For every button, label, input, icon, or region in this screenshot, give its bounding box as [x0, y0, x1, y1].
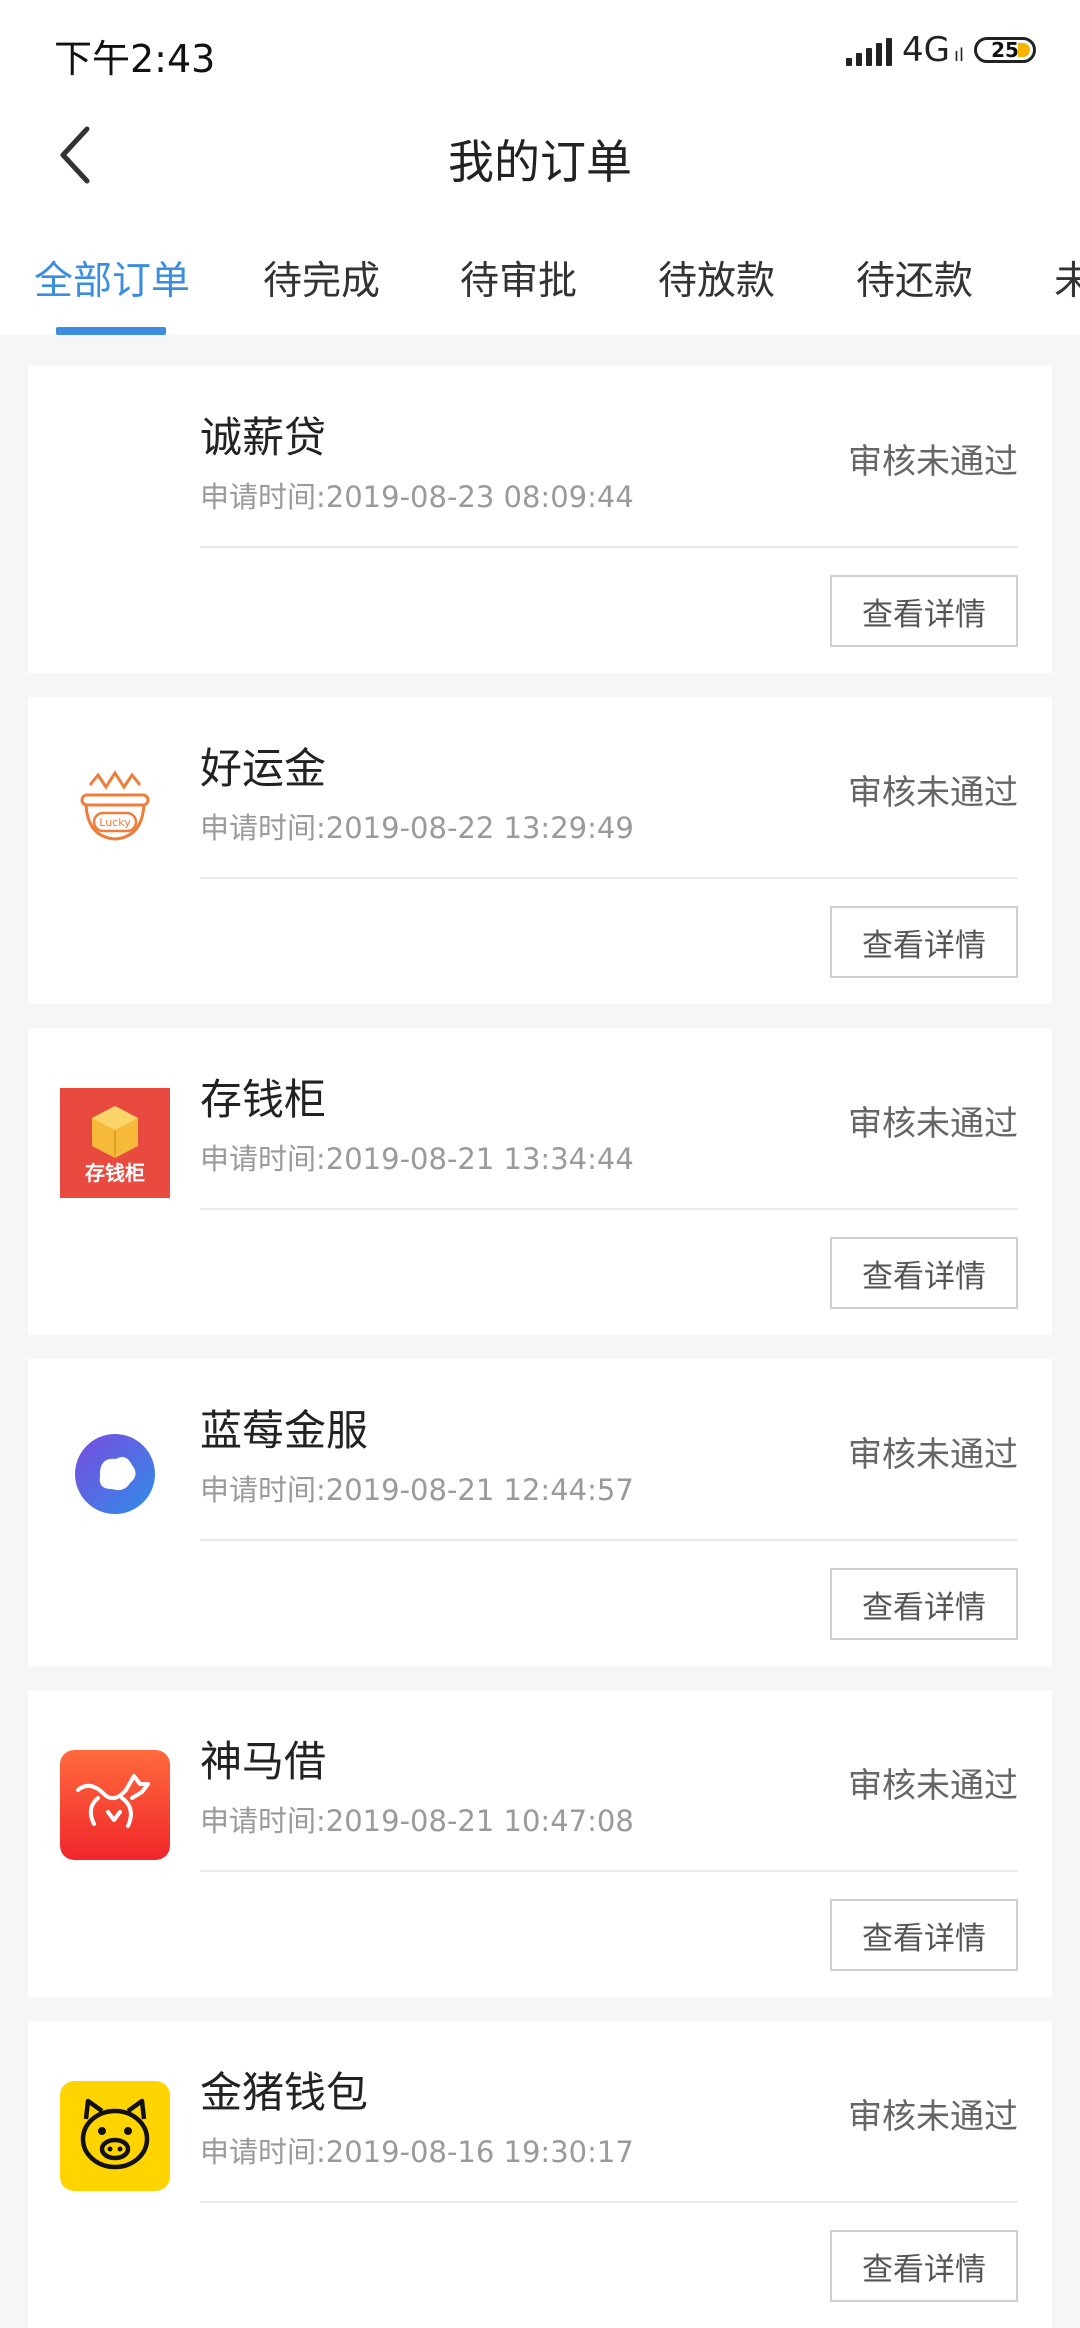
tab-pending-disbursement[interactable]: 待放款 — [658, 250, 775, 306]
money-cabinet-icon: 存钱柜 — [60, 1088, 170, 1198]
status-bar: 下午2:43 4G ıl 25 — [0, 0, 1080, 100]
tab-pending-complete[interactable]: 待完成 — [263, 250, 380, 306]
header: 我的订单 — [0, 100, 1080, 210]
cabinet-logo-text: 存钱柜 — [85, 1161, 145, 1185]
order-status: 审核未通过 — [848, 2097, 1018, 2137]
order-apply-time: 申请时间:2019-08-16 19:30:17 — [200, 2135, 634, 2169]
order-card: 诚薪贷 申请时间:2019-08-23 08:09:44 审核未通过 查看详情 — [28, 366, 1052, 673]
blank-logo-icon — [60, 426, 170, 536]
pig-icon — [60, 2081, 170, 2191]
order-apply-time: 申请时间:2019-08-21 12:44:57 — [200, 1473, 634, 1507]
active-tab-indicator — [56, 327, 166, 335]
network-activity-icon: ıl — [953, 44, 964, 66]
divider — [200, 1539, 1018, 1541]
view-details-button[interactable]: 查看详情 — [830, 1899, 1018, 1971]
divider — [200, 1208, 1018, 1210]
order-status: 审核未通过 — [848, 1435, 1018, 1475]
order-status: 审核未通过 — [848, 1104, 1018, 1144]
view-details-button[interactable]: 查看详情 — [830, 1237, 1018, 1309]
page-title: 我的订单 — [448, 135, 632, 189]
divider — [200, 546, 1018, 548]
order-status: 审核未通过 — [848, 1766, 1018, 1806]
horse-icon — [60, 1750, 170, 1860]
order-card: 蓝莓金服 申请时间:2019-08-21 12:44:57 审核未通过 查看详情 — [28, 1359, 1052, 1666]
status-time: 下午2:43 — [54, 37, 216, 81]
order-status: 审核未通过 — [848, 773, 1018, 813]
divider — [200, 877, 1018, 879]
tab-all-orders[interactable]: 全部订单 — [34, 250, 190, 306]
view-details-button[interactable]: 查看详情 — [830, 575, 1018, 647]
order-status: 审核未通过 — [848, 442, 1018, 482]
blueberry-icon — [60, 1419, 170, 1529]
order-card: 金猪钱包 申请时间:2019-08-16 19:30:17 审核未通过 查看详情 — [28, 2021, 1052, 2328]
tab-more[interactable]: 未 — [1054, 250, 1080, 306]
battery-icon: 25 — [974, 37, 1036, 63]
order-card: 神马借 申请时间:2019-08-21 10:47:08 审核未通过 查看详情 — [28, 1690, 1052, 1997]
order-product-name: 好运金 — [200, 744, 327, 793]
divider — [200, 1870, 1018, 1872]
order-product-name: 金猪钱包 — [200, 2068, 369, 2117]
order-apply-time: 申请时间:2019-08-21 13:34:44 — [200, 1142, 634, 1176]
order-product-name: 存钱柜 — [200, 1075, 327, 1124]
order-product-name: 神马借 — [200, 1737, 327, 1786]
order-apply-time: 申请时间:2019-08-21 10:47:08 — [200, 1804, 634, 1838]
status-icons: 4G ıl 25 — [846, 30, 1036, 70]
order-apply-time: 申请时间:2019-08-23 08:09:44 — [200, 480, 634, 514]
order-card: Lucky 好运金 申请时间:2019-08-22 13:29:49 审核未通过… — [28, 697, 1052, 1004]
network-type: 4G — [902, 30, 950, 70]
order-card: 存钱柜 存钱柜 申请时间:2019-08-21 13:34:44 审核未通过 查… — [28, 1028, 1052, 1335]
order-product-name: 诚薪贷 — [200, 413, 327, 462]
tab-bar: 全部订单 待完成 待审批 待放款 待还款 未 — [0, 210, 1080, 335]
order-apply-time: 申请时间:2019-08-22 13:29:49 — [200, 811, 634, 845]
lucky-pot-icon: Lucky — [60, 757, 170, 867]
tab-pending-approval[interactable]: 待审批 — [460, 250, 577, 306]
lucky-logo-text: Lucky — [99, 816, 131, 829]
view-details-button[interactable]: 查看详情 — [830, 906, 1018, 978]
tab-pending-repayment[interactable]: 待还款 — [856, 250, 973, 306]
order-product-name: 蓝莓金服 — [200, 1406, 369, 1455]
view-details-button[interactable]: 查看详情 — [830, 2230, 1018, 2302]
battery-level: 25 — [991, 38, 1019, 62]
divider — [200, 2201, 1018, 2203]
view-details-button[interactable]: 查看详情 — [830, 1568, 1018, 1640]
signal-icon — [846, 34, 892, 66]
